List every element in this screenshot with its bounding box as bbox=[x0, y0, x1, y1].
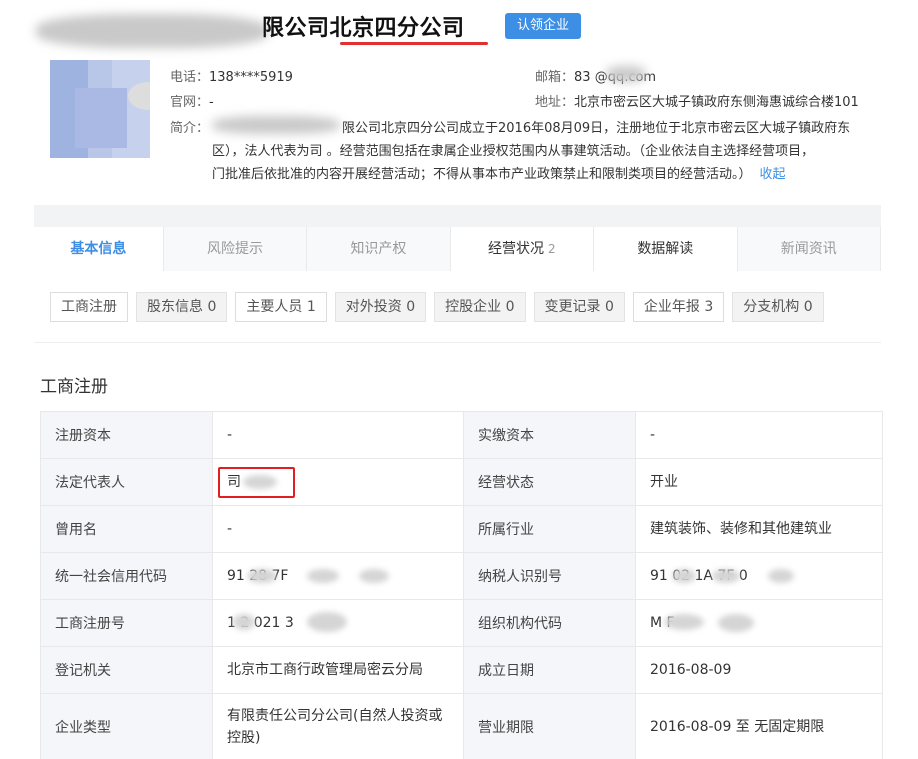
table-row: 统一社会信用代码 91 28 7F 纳税人识别号 91 02 1A 7F 0 bbox=[40, 552, 883, 600]
field-label: 企业类型 bbox=[40, 693, 213, 759]
subtab-key-personnel[interactable]: 主要人员 1 bbox=[235, 292, 327, 322]
company-logo bbox=[50, 60, 150, 158]
field-label: 经营状态 bbox=[463, 458, 636, 506]
website-label: 官网： bbox=[170, 95, 210, 110]
field-value: - bbox=[635, 411, 883, 459]
website-value: - bbox=[209, 95, 214, 110]
subtab-holdings[interactable]: 控股企业 0 bbox=[434, 292, 526, 322]
redacted-blur bbox=[718, 614, 754, 632]
field-value: 2016-08-09 bbox=[635, 646, 883, 694]
reg-number-cell: 1 2 021 3 bbox=[212, 599, 464, 647]
phone-value: 138****5919 bbox=[209, 70, 293, 85]
tab-basic-info[interactable]: 基本信息 bbox=[34, 227, 164, 271]
field-label: 营业期限 bbox=[463, 693, 636, 759]
address-value: 北京市密云区大城子镇政府东侧海惠诚综合楼101 bbox=[574, 95, 859, 110]
redacted-name-blur bbox=[36, 14, 268, 48]
redacted-blur bbox=[712, 569, 740, 583]
highlight-box bbox=[218, 467, 295, 498]
company-intro: 限公司北京四分公司成立于2016年08月09日，注册地位于北京市密云区大城子镇政… bbox=[212, 117, 882, 186]
address-line: 地址：北京市密云区大城子镇政府东侧海惠诚综合楼101 bbox=[535, 91, 859, 110]
section-divider-band bbox=[34, 205, 881, 227]
subtab-annual-reports[interactable]: 企业年报 3 bbox=[632, 292, 725, 322]
field-label: 法定代表人 bbox=[40, 458, 213, 506]
table-row: 曾用名 - 所属行业 建筑装饰、装修和其他建筑业 bbox=[40, 505, 883, 553]
subtab-change-records[interactable]: 变更记录 0 bbox=[533, 292, 625, 322]
website-line: 官网：- bbox=[170, 91, 214, 110]
redacted-blur bbox=[664, 614, 704, 630]
redacted-blur bbox=[307, 569, 339, 583]
table-row: 工商注册号 1 2 021 3 组织机构代码 M F bbox=[40, 599, 883, 647]
section-title: 工商注册 bbox=[40, 377, 108, 397]
subtab-investments[interactable]: 对外投资 0 bbox=[334, 292, 427, 322]
redacted-blur bbox=[672, 569, 696, 583]
table-row: 企业类型 有限责任公司分公司(自然人投资或控股) 营业期限 2016-08-09… bbox=[40, 693, 883, 759]
main-tabs: 基本信息 风险提示 知识产权 经营状况 2 数据解读 新闻资讯 bbox=[34, 227, 881, 271]
subtab-registration[interactable]: 工商注册 bbox=[50, 292, 128, 322]
field-label: 成立日期 bbox=[463, 646, 636, 694]
tab-operations[interactable]: 经营状况 2 bbox=[450, 227, 595, 271]
divider bbox=[34, 342, 881, 343]
tab-operations-count: 2 bbox=[548, 242, 556, 256]
sub-tabs: 工商注册 股东信息 0 主要人员 1 对外投资 0 控股企业 0 变更记录 0 … bbox=[50, 292, 824, 322]
field-label: 注册资本 bbox=[40, 411, 213, 459]
field-value: 北京市工商行政管理局密云分局 bbox=[212, 646, 464, 694]
intro-label: 简介： bbox=[170, 121, 210, 136]
intro-line-1: 限公司北京四分公司成立于2016年08月09日，注册地位于北京市密云区大城子镇政… bbox=[342, 121, 851, 136]
table-row: 法定代表人 司 经营状态 开业 bbox=[40, 458, 883, 506]
table-row: 注册资本 - 实缴资本 - bbox=[40, 411, 883, 459]
redacted-blur bbox=[233, 614, 255, 630]
tab-risk[interactable]: 风险提示 bbox=[163, 227, 308, 271]
field-label: 统一社会信用代码 bbox=[40, 552, 213, 600]
claim-company-button[interactable]: 认领企业 bbox=[505, 13, 582, 39]
field-label: 所属行业 bbox=[463, 505, 636, 553]
address-label: 地址： bbox=[535, 95, 575, 110]
legal-rep-cell: 司 bbox=[212, 458, 464, 506]
field-label: 实缴资本 bbox=[463, 411, 636, 459]
intro-line-3: 门批准后依批准的内容开展经营活动；不得从事本市产业政策禁止和限制类项目的经营活动… bbox=[212, 167, 752, 182]
field-value: 2016-08-09 至 无固定期限 bbox=[635, 693, 883, 759]
field-value: 有限责任公司分公司(自然人投资或控股) bbox=[212, 693, 464, 759]
field-label: 曾用名 bbox=[40, 505, 213, 553]
tab-data-analysis[interactable]: 数据解读 bbox=[594, 227, 738, 271]
redacted-blur bbox=[247, 569, 277, 583]
email-label: 邮箱： bbox=[535, 70, 575, 85]
taxpayer-id-cell: 91 02 1A 7F 0 bbox=[635, 552, 883, 600]
field-value: - bbox=[212, 505, 464, 553]
field-label: 组织机构代码 bbox=[463, 599, 636, 647]
field-value: - bbox=[212, 411, 464, 459]
title-highlight-underline bbox=[340, 42, 488, 45]
field-label: 纳税人识别号 bbox=[463, 552, 636, 600]
credit-code-cell: 91 28 7F bbox=[212, 552, 464, 600]
subtab-branches[interactable]: 分支机构 0 bbox=[732, 292, 824, 322]
field-label: 工商注册号 bbox=[40, 599, 213, 647]
redacted-blur bbox=[768, 569, 794, 583]
phone-line: 电话：138****5919 bbox=[170, 66, 293, 85]
redacted-blur bbox=[359, 569, 389, 583]
phone-label: 电话： bbox=[170, 70, 210, 85]
field-value: 开业 bbox=[635, 458, 883, 506]
company-title: 限公司北京四分公司 bbox=[262, 16, 465, 41]
field-label: 登记机关 bbox=[40, 646, 213, 694]
intro-line-2: 区），法人代表为司 。经营范围包括在隶属企业授权范围内从事建筑活动。（企业依法自… bbox=[212, 144, 815, 159]
redacted-blur bbox=[307, 612, 347, 632]
table-row: 登记机关 北京市工商行政管理局密云分局 成立日期 2016-08-09 bbox=[40, 646, 883, 694]
tab-news[interactable]: 新闻资讯 bbox=[737, 227, 881, 271]
redacted-email-blur bbox=[606, 66, 646, 82]
org-code-cell: M F bbox=[635, 599, 883, 647]
registration-table: 注册资本 - 实缴资本 - 法定代表人 司 经营状态 开业 曾用名 - 所属行业… bbox=[40, 411, 883, 759]
field-value: 建筑装饰、装修和其他建筑业 bbox=[635, 505, 883, 553]
subtab-shareholders[interactable]: 股东信息 0 bbox=[136, 292, 228, 322]
tab-ip[interactable]: 知识产权 bbox=[307, 227, 451, 271]
collapse-link[interactable]: 收起 bbox=[760, 167, 786, 182]
